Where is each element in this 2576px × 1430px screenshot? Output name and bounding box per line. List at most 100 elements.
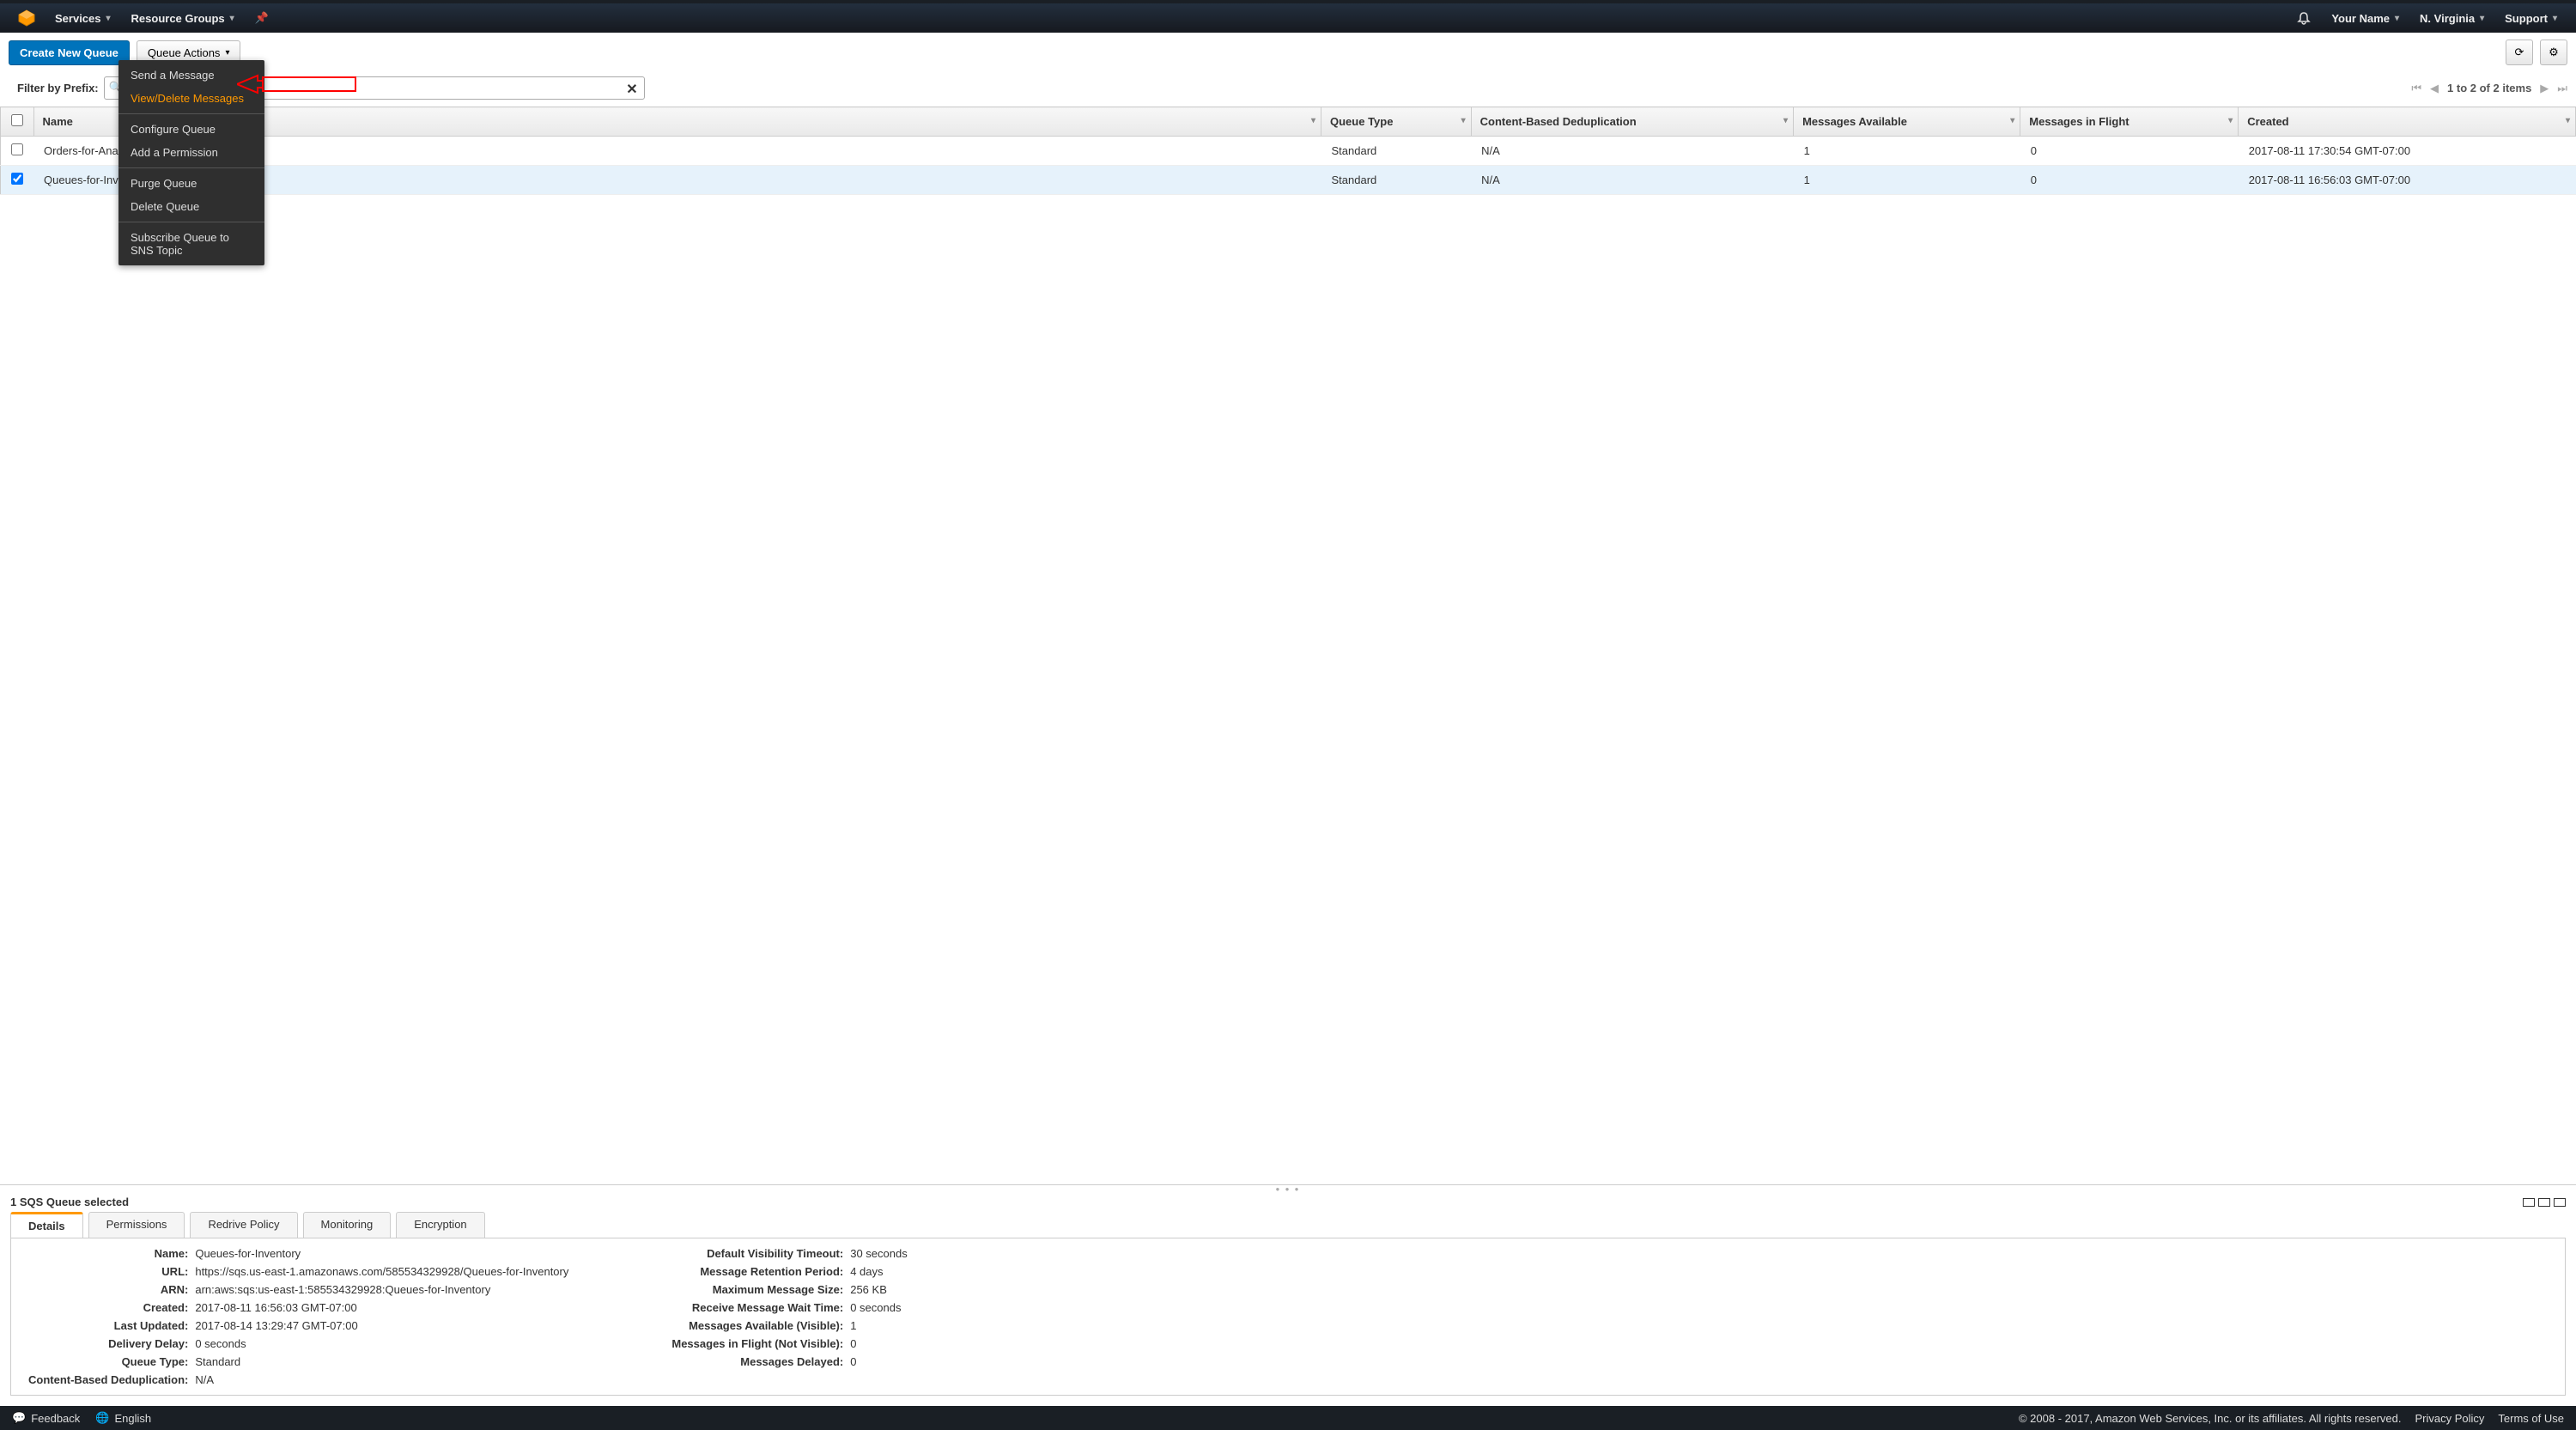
detail-key: Messages Delayed: (671, 1355, 843, 1368)
tab-monitoring[interactable]: Monitoring (303, 1212, 392, 1238)
tab-redrive[interactable]: Redrive Policy (190, 1212, 297, 1238)
menu-configure-queue[interactable]: Configure Queue (118, 118, 264, 141)
aws-logo[interactable] (15, 7, 38, 29)
detail-value: 4 days (850, 1265, 908, 1278)
menu-subscribe-sns[interactable]: Subscribe Queue to SNS Topic (118, 226, 264, 262)
privacy-link[interactable]: Privacy Policy (2415, 1412, 2485, 1425)
col-avail[interactable]: Messages Available▾ (1794, 107, 2020, 137)
tab-encryption[interactable]: Encryption (396, 1212, 484, 1238)
nav-support-label: Support (2505, 12, 2548, 25)
pager-next-icon[interactable]: ▶ (2540, 82, 2549, 95)
pin-icon[interactable]: 📌 (245, 2, 279, 34)
nav-region-label: N. Virginia (2420, 12, 2475, 25)
chevron-down-icon: ▾ (2480, 14, 2484, 23)
col-dedup[interactable]: Content-Based Deduplication ▾ (1471, 107, 1793, 137)
menu-purge-queue[interactable]: Purge Queue (118, 172, 264, 195)
details-tabs: Details Permissions Redrive Policy Monit… (0, 1212, 2576, 1238)
detail-key: Default Visibility Timeout: (671, 1247, 843, 1260)
feedback-label: Feedback (31, 1412, 80, 1425)
col-created[interactable]: Created ▾ (2239, 107, 2576, 137)
detail-value: https://sqs.us-east-1.amazonaws.com/5855… (195, 1265, 568, 1278)
chevron-down-icon: ▾ (2553, 14, 2557, 23)
col-created-label: Created (2247, 115, 2288, 128)
col-select-all[interactable] (1, 107, 34, 137)
settings-button[interactable]: ⚙ (2540, 40, 2567, 65)
feedback-link[interactable]: 💬Feedback (12, 1411, 80, 1425)
col-inflight[interactable]: Messages in Flight▾ (2020, 107, 2239, 137)
col-type[interactable]: Queue Type▾ (1321, 107, 1472, 137)
refresh-button[interactable]: ⟳ (2506, 40, 2533, 65)
detail-value: 0 seconds (850, 1301, 908, 1314)
table-row[interactable]: Queues-for-Inventory Standard N/A 1 0 20… (1, 166, 2576, 195)
sort-icon: ▾ (1783, 116, 1788, 125)
pager-text: 1 to 2 of 2 items (2447, 82, 2531, 94)
nav-services[interactable]: Services ▾ (45, 2, 121, 34)
chevron-down-icon: ▾ (106, 14, 111, 23)
detail-key: URL: (28, 1265, 188, 1278)
copyright-text: © 2008 - 2017, Amazon Web Services, Inc.… (2019, 1412, 2402, 1425)
panel-maximize-icon[interactable] (2554, 1198, 2566, 1207)
row-checkbox[interactable] (11, 143, 23, 155)
nav-account[interactable]: Your Name▾ (2321, 2, 2409, 34)
detail-key: ARN: (28, 1283, 188, 1296)
detail-key: Messages in Flight (Not Visible): (671, 1337, 843, 1350)
nav-services-label: Services (55, 12, 101, 25)
details-left-col: Name: Queues-for-Inventory URL: https://sqs… (28, 1247, 568, 1386)
selection-summary: 1 SQS Queue selected (10, 1196, 129, 1208)
detail-value: Standard (195, 1355, 568, 1368)
terms-link[interactable]: Terms of Use (2498, 1412, 2564, 1425)
nav-resource-groups[interactable]: Resource Groups▾ (121, 2, 245, 34)
detail-key: Messages Available (Visible): (671, 1319, 843, 1332)
cell-avail: 1 (1794, 137, 2020, 166)
detail-value: Queues-for-Inventory (195, 1247, 568, 1260)
detail-key: Queue Type: (28, 1355, 188, 1368)
menu-add-permission[interactable]: Add a Permission (118, 141, 264, 164)
detail-value: arn:aws:sqs:us-east-1:585534329928:Queue… (195, 1283, 568, 1296)
pager-last-icon[interactable]: ⏭ (2557, 82, 2567, 95)
create-queue-button[interactable]: Create New Queue (9, 40, 130, 65)
menu-send-message[interactable]: Send a Message (118, 64, 264, 87)
nav-resource-groups-label: Resource Groups (131, 12, 225, 25)
sort-icon: ▾ (2010, 116, 2014, 125)
menu-separator (118, 113, 264, 114)
globe-icon: 🌐 (95, 1411, 109, 1425)
global-nav: Services▾ Resource Groups▾ 📌 Your Name▾ … (0, 0, 2576, 33)
action-toolbar: Create New Queue Queue Actions▾ ⟳ ⚙ (0, 33, 2576, 73)
col-inflight-label: Messages in Flight (2029, 115, 2129, 128)
menu-delete-queue[interactable]: Delete Queue (118, 195, 264, 218)
sort-icon: ▾ (2566, 116, 2570, 125)
cell-inflight: 0 (2020, 137, 2239, 166)
nav-region[interactable]: N. Virginia ▾ (2409, 2, 2494, 34)
tab-details[interactable]: Details (10, 1212, 83, 1238)
cell-dedup: N/A (1471, 137, 1793, 166)
detail-key: Name: (28, 1247, 188, 1260)
detail-value: 1 (850, 1319, 908, 1332)
nav-support[interactable]: Support ▾ (2494, 2, 2567, 34)
cell-type: Standard (1321, 166, 1472, 195)
table-row[interactable]: Orders-for-Analytics Standard N/A 1 0 20… (1, 137, 2576, 166)
refresh-icon: ⟳ (2515, 46, 2524, 59)
panel-restore-icon[interactable] (2538, 1198, 2550, 1207)
splitter-handle[interactable]: ● ● ● (0, 1185, 2576, 1192)
clear-filter-icon[interactable]: ✕ (626, 81, 637, 98)
tab-permissions[interactable]: Permissions (88, 1212, 185, 1238)
filter-bar: Filter by Prefix: 🔍 ✕ ⏮ ◀ 1 to 2 of 2 it… (0, 73, 2576, 106)
notifications-icon[interactable] (2287, 2, 2321, 34)
queues-table: Name▾ Queue Type▾ Content-Based Deduplic… (0, 106, 2576, 195)
pager-prev-icon[interactable]: ◀ (2430, 82, 2439, 95)
menu-view-delete-messages[interactable]: View/Delete Messages (118, 87, 264, 110)
filter-label: Filter by Prefix: (17, 82, 99, 94)
menu-separator (118, 167, 264, 168)
sort-icon: ▾ (1311, 116, 1315, 125)
select-all-checkbox[interactable] (11, 114, 23, 126)
cell-inflight: 0 (2020, 166, 2239, 195)
detail-value: 0 (850, 1355, 908, 1368)
col-dedup-label: Content-Based Deduplication (1480, 115, 1637, 128)
panel-minimize-icon[interactable] (2523, 1198, 2535, 1207)
gear-icon: ⚙ (2549, 46, 2559, 59)
detail-value: 256 KB (850, 1283, 908, 1296)
row-checkbox[interactable] (11, 173, 23, 185)
pager-first-icon[interactable]: ⏮ (2411, 82, 2421, 95)
language-link[interactable]: 🌐English (95, 1411, 151, 1425)
detail-key: Delivery Delay: (28, 1337, 188, 1350)
